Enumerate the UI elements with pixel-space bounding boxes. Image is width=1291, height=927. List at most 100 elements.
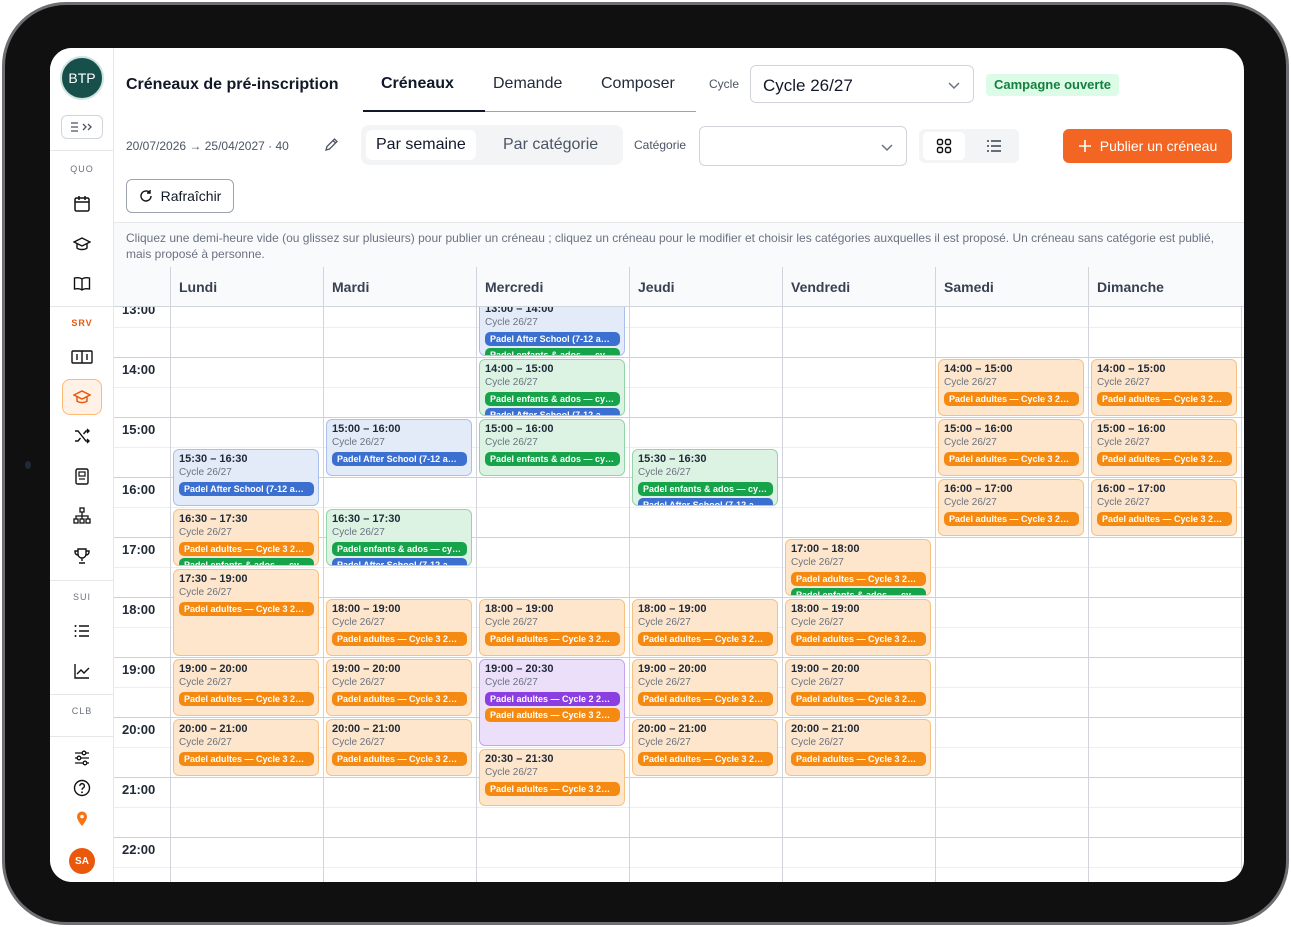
slot-card[interactable]: 17:00 – 18:00 Cycle 26/27 Padel adultes — … — [785, 539, 931, 596]
empty-half-hour-cell[interactable] — [324, 328, 476, 357]
book-icon[interactable] — [66, 268, 98, 300]
empty-half-hour-cell[interactable] — [1089, 748, 1241, 777]
slot-card[interactable]: 16:00 – 17:00 Cycle 26/27 Padel adultes — … — [938, 479, 1084, 536]
empty-half-hour-cell[interactable] — [783, 808, 935, 837]
empty-half-hour-cell[interactable] — [783, 838, 935, 867]
empty-half-hour-cell[interactable] — [1089, 328, 1241, 357]
graduation-cap-active-icon[interactable] — [62, 379, 102, 415]
avatar[interactable]: SA — [69, 848, 95, 874]
sidebar-collapse-button[interactable] — [61, 115, 103, 139]
empty-half-hour-cell[interactable] — [477, 808, 629, 837]
slot-card[interactable]: 18:00 – 19:00 Cycle 26/27 Padel adultes — … — [632, 599, 778, 656]
empty-half-hour-cell[interactable] — [630, 778, 782, 807]
slot-card[interactable]: 14:00 – 15:00 Cycle 26/27 Padel adultes — … — [1091, 359, 1237, 416]
empty-half-hour-cell[interactable] — [171, 358, 323, 387]
slot-card[interactable]: 20:00 – 21:00 Cycle 26/27 Padel adultes — … — [785, 719, 931, 776]
empty-half-hour-cell[interactable] — [1089, 307, 1241, 327]
empty-half-hour-cell[interactable] — [171, 778, 323, 807]
empty-half-hour-cell[interactable] — [936, 718, 1088, 747]
view-par-semaine[interactable]: Par semaine — [366, 130, 476, 160]
slot-card[interactable]: 14:00 – 15:00 Cycle 26/27 Padel enfants & … — [479, 359, 625, 416]
empty-half-hour-cell[interactable] — [171, 838, 323, 867]
empty-half-hour-cell[interactable] — [477, 538, 629, 567]
slot-card[interactable]: 15:00 – 16:00 Cycle 26/27 Padel adultes — … — [1091, 419, 1237, 476]
slot-card[interactable]: 20:00 – 21:00 Cycle 26/27 Padel adultes — … — [173, 719, 319, 776]
slot-card[interactable]: 16:30 – 17:30 Cycle 26/27 Padel adultes — … — [173, 509, 319, 566]
empty-half-hour-cell[interactable] — [1089, 808, 1241, 837]
empty-half-hour-cell[interactable] — [783, 778, 935, 807]
tab-creneaux[interactable]: Créneaux — [381, 75, 454, 93]
empty-half-hour-cell[interactable] — [324, 778, 476, 807]
slot-card[interactable]: 18:00 – 19:00 Cycle 26/27 Padel adultes — … — [785, 599, 931, 656]
empty-half-hour-cell[interactable] — [171, 868, 323, 882]
empty-half-hour-cell[interactable] — [324, 307, 476, 327]
empty-half-hour-cell[interactable] — [936, 307, 1088, 327]
slot-card[interactable]: 19:00 – 20:00 Cycle 26/27 Padel adultes — … — [326, 659, 472, 716]
slot-card[interactable]: 14:00 – 15:00 Cycle 26/27 Padel adultes — … — [938, 359, 1084, 416]
empty-half-hour-cell[interactable] — [783, 868, 935, 882]
grid-view-button[interactable] — [923, 132, 965, 160]
category-select[interactable] — [699, 126, 907, 166]
court-icon[interactable] — [66, 341, 98, 373]
calendar-icon[interactable] — [66, 188, 98, 220]
empty-half-hour-cell[interactable] — [1089, 538, 1241, 567]
empty-half-hour-cell[interactable] — [783, 328, 935, 357]
empty-half-hour-cell[interactable] — [324, 868, 476, 882]
empty-half-hour-cell[interactable] — [630, 388, 782, 417]
empty-half-hour-cell[interactable] — [630, 307, 782, 327]
location-pin-icon[interactable] — [66, 802, 98, 834]
empty-half-hour-cell[interactable] — [477, 508, 629, 537]
empty-half-hour-cell[interactable] — [936, 568, 1088, 597]
empty-half-hour-cell[interactable] — [936, 328, 1088, 357]
empty-half-hour-cell[interactable] — [936, 808, 1088, 837]
empty-half-hour-cell[interactable] — [630, 868, 782, 882]
empty-half-hour-cell[interactable] — [324, 358, 476, 387]
shuffle-icon[interactable] — [66, 420, 98, 452]
slot-card[interactable]: 17:30 – 19:00 Cycle 26/27 Padel adultes — … — [173, 569, 319, 656]
slot-card[interactable]: 16:00 – 17:00 Cycle 26/27 Padel adultes — … — [1091, 479, 1237, 536]
empty-half-hour-cell[interactable] — [783, 508, 935, 537]
empty-half-hour-cell[interactable] — [936, 838, 1088, 867]
publish-slot-button[interactable]: Publier un créneau — [1063, 129, 1232, 163]
empty-half-hour-cell[interactable] — [477, 568, 629, 597]
slot-card[interactable]: 20:00 – 21:00 Cycle 26/27 Padel adultes — … — [326, 719, 472, 776]
empty-half-hour-cell[interactable] — [324, 808, 476, 837]
empty-half-hour-cell[interactable] — [783, 388, 935, 417]
slot-card[interactable]: 16:30 – 17:30 Cycle 26/27 Padel enfants & … — [326, 509, 472, 566]
view-par-categorie[interactable]: Par catégorie — [493, 130, 608, 160]
slot-card[interactable]: 19:00 – 20:00 Cycle 26/27 Padel adultes — … — [173, 659, 319, 716]
slot-card[interactable]: 15:30 – 16:30 Cycle 26/27 Padel enfants & … — [632, 449, 778, 506]
empty-half-hour-cell[interactable] — [477, 868, 629, 882]
empty-half-hour-cell[interactable] — [171, 808, 323, 837]
empty-half-hour-cell[interactable] — [936, 688, 1088, 717]
list-view-button[interactable] — [973, 132, 1015, 160]
empty-half-hour-cell[interactable] — [1089, 718, 1241, 747]
empty-half-hour-cell[interactable] — [630, 838, 782, 867]
sliders-icon[interactable] — [66, 742, 98, 774]
empty-half-hour-cell[interactable] — [783, 478, 935, 507]
empty-half-hour-cell[interactable] — [324, 568, 476, 597]
refresh-button[interactable]: Rafraîchir — [126, 179, 234, 213]
empty-half-hour-cell[interactable] — [936, 658, 1088, 687]
empty-half-hour-cell[interactable] — [936, 628, 1088, 657]
empty-half-hour-cell[interactable] — [936, 538, 1088, 567]
empty-half-hour-cell[interactable] — [1089, 658, 1241, 687]
slot-card[interactable]: 20:00 – 21:00 Cycle 26/27 Padel adultes — … — [632, 719, 778, 776]
empty-half-hour-cell[interactable] — [1089, 688, 1241, 717]
slot-card[interactable]: 18:00 – 19:00 Cycle 26/27 Padel adultes — … — [326, 599, 472, 656]
cycle-select[interactable]: Cycle 26/27 — [750, 65, 974, 103]
pencil-icon[interactable] — [323, 137, 339, 153]
empty-half-hour-cell[interactable] — [171, 388, 323, 417]
empty-half-hour-cell[interactable] — [477, 478, 629, 507]
graduation-cap-icon[interactable] — [66, 228, 98, 260]
empty-half-hour-cell[interactable] — [171, 418, 323, 447]
empty-half-hour-cell[interactable] — [936, 598, 1088, 627]
empty-half-hour-cell[interactable] — [477, 838, 629, 867]
empty-half-hour-cell[interactable] — [630, 418, 782, 447]
empty-half-hour-cell[interactable] — [324, 388, 476, 417]
slot-card[interactable]: 15:00 – 16:00 Cycle 26/27 Padel enfants & … — [479, 419, 625, 476]
empty-half-hour-cell[interactable] — [324, 838, 476, 867]
empty-half-hour-cell[interactable] — [1089, 838, 1241, 867]
tab-composer[interactable]: Composer — [601, 75, 675, 93]
empty-half-hour-cell[interactable] — [630, 508, 782, 537]
